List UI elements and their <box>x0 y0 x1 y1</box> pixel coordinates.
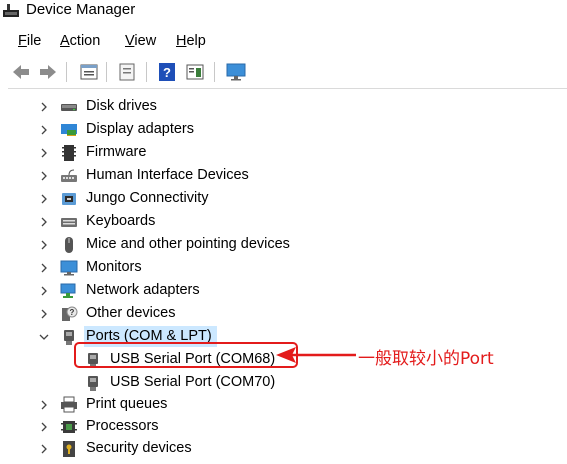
usb-device-icon <box>62 193 76 205</box>
menu-action[interactable]: Action <box>60 33 100 49</box>
tree-item-label: Mice and other pointing devices <box>86 236 290 252</box>
tree-item-label: Display adapters <box>86 121 194 137</box>
chevron-right-icon[interactable] <box>38 285 50 297</box>
chevron-right-icon[interactable] <box>38 443 50 455</box>
tree-item-label: Firmware <box>86 144 147 160</box>
svg-text:?: ? <box>163 65 171 80</box>
tree-item-label: Monitors <box>86 259 142 275</box>
chevron-right-icon[interactable] <box>38 101 50 113</box>
tree-item-label: Disk drives <box>86 98 157 114</box>
printer-icon <box>61 396 77 413</box>
chevron-right-icon[interactable] <box>38 421 50 433</box>
hid-icon <box>61 169 77 182</box>
annotation-text: 一般取较小的Port <box>358 349 494 369</box>
properties-icon[interactable] <box>78 61 100 83</box>
menu-bar: File Action View Help <box>0 30 567 54</box>
tree-item-disk-drives[interactable]: Disk drives <box>0 96 380 118</box>
chevron-down-icon[interactable] <box>38 331 50 343</box>
chevron-right-icon[interactable] <box>38 399 50 411</box>
processor-icon <box>61 421 77 433</box>
chevron-right-icon[interactable] <box>38 239 50 251</box>
tree-item-network-adapters[interactable]: Network adapters <box>0 280 380 302</box>
toolbar-separator <box>66 62 67 82</box>
tree-item-label: Jungo Connectivity <box>86 190 209 206</box>
back-arrow-icon[interactable] <box>10 61 32 83</box>
network-adapter-icon <box>60 283 76 298</box>
tree-item-processors[interactable]: Processors <box>0 416 380 438</box>
toolbar-divider <box>8 88 567 89</box>
tree-item-label: Print queues <box>86 396 168 412</box>
chevron-right-icon[interactable] <box>38 147 50 159</box>
tree-item-mice[interactable]: Mice and other pointing devices <box>0 234 380 256</box>
toolbar-separator <box>106 62 107 82</box>
chevron-right-icon[interactable] <box>38 124 50 136</box>
annotation-arrow-icon <box>276 347 356 363</box>
device-manager-icon <box>3 4 19 17</box>
show-hide-tree-icon[interactable] <box>116 61 138 83</box>
tree-item-keyboards[interactable]: Keyboards <box>0 211 380 233</box>
highlight-box <box>74 342 298 368</box>
tree-item-label: Human Interface Devices <box>86 167 249 183</box>
firmware-icon <box>62 145 76 161</box>
tree-item-label: Network adapters <box>86 282 200 298</box>
forward-arrow-icon[interactable] <box>37 61 59 83</box>
help-icon[interactable]: ? <box>156 61 178 83</box>
tree-item-human-interface-devices[interactable]: Human Interface Devices <box>0 165 380 187</box>
mouse-icon <box>65 237 73 253</box>
tree-item-label: Other devices <box>86 305 176 321</box>
display-adapter-icon <box>61 124 77 136</box>
toolbar-separator <box>146 62 147 82</box>
title-bar: Device Manager <box>0 0 567 24</box>
monitor-icon[interactable] <box>225 61 247 83</box>
menu-file[interactable]: File <box>18 33 41 49</box>
tree-item-label: USB Serial Port (COM70) <box>110 374 276 390</box>
chevron-right-icon[interactable] <box>38 170 50 182</box>
tree-item-security-devices[interactable]: Security devices <box>0 438 380 460</box>
tree-item-label: Keyboards <box>86 213 156 229</box>
tree-item-print-queues[interactable]: Print queues <box>0 394 380 416</box>
monitor-icon <box>60 260 78 276</box>
menu-help[interactable]: Help <box>176 33 206 49</box>
disk-drive-icon <box>61 104 77 111</box>
keyboard-icon <box>61 218 77 227</box>
tree-item-label: Processors <box>86 418 159 434</box>
tree-item-firmware[interactable]: Firmware <box>0 142 380 164</box>
security-device-icon <box>63 441 75 457</box>
action-pane-icon[interactable] <box>184 61 206 83</box>
tree-item-label: Security devices <box>86 440 192 456</box>
window-title: Device Manager <box>26 1 136 18</box>
toolbar-separator <box>214 62 215 82</box>
svg-text:?: ? <box>70 308 75 317</box>
tree-item-usb-serial-com70[interactable]: USB Serial Port (COM70) <box>0 372 380 394</box>
tree-item-monitors[interactable]: Monitors <box>0 257 380 279</box>
chevron-right-icon[interactable] <box>38 216 50 228</box>
toolbar: ? <box>0 58 567 88</box>
unknown-device-icon: ? <box>62 306 78 321</box>
port-icon <box>88 376 98 391</box>
menu-view[interactable]: View <box>125 33 156 49</box>
tree-item-other-devices[interactable]: ? Other devices <box>0 303 380 325</box>
chevron-right-icon[interactable] <box>38 308 50 320</box>
tree-item-jungo-connectivity[interactable]: Jungo Connectivity <box>0 188 380 210</box>
tree-item-display-adapters[interactable]: Display adapters <box>0 119 380 141</box>
chevron-right-icon[interactable] <box>38 193 50 205</box>
chevron-right-icon[interactable] <box>38 262 50 274</box>
